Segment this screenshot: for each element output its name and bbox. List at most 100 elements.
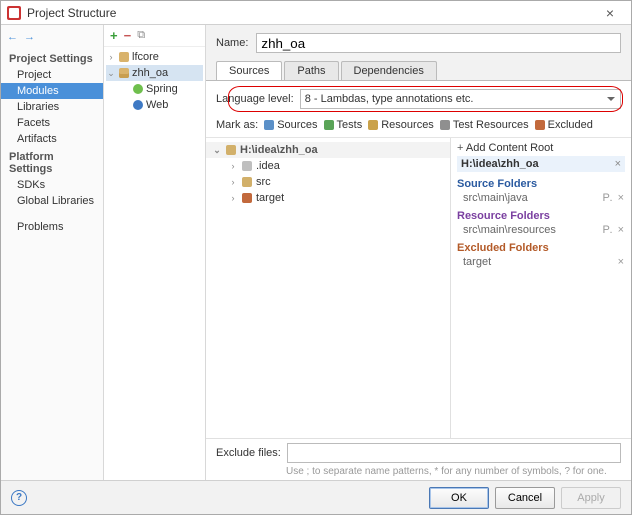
sidebar: ← → Project Settings Project Modules Lib… xyxy=(1,25,104,480)
sidebar-section-project: Project Settings xyxy=(1,49,103,67)
sources-split: ⌄ H:\idea\zhh_oa › .idea › src xyxy=(206,138,631,438)
expand-icon[interactable]: › xyxy=(228,177,238,187)
dialog-body: ← → Project Settings Project Modules Lib… xyxy=(1,25,631,480)
module-name-input[interactable] xyxy=(256,33,621,53)
sidebar-item-artifacts[interactable]: Artifacts xyxy=(1,131,103,147)
main-panel: Name: Sources Paths Dependencies Languag… xyxy=(206,25,631,480)
ok-button[interactable]: OK xyxy=(429,487,489,509)
facet-web[interactable]: Web xyxy=(106,97,203,113)
source-root[interactable]: ⌄ H:\idea\zhh_oa xyxy=(206,142,450,158)
web-icon xyxy=(133,100,143,110)
collapse-icon[interactable]: ⌄ xyxy=(106,68,116,79)
source-folder-item[interactable]: src\main\javaP. × xyxy=(457,192,625,204)
excluded-folder-item[interactable]: target× xyxy=(457,256,625,268)
folder-icon xyxy=(242,161,252,171)
remove-module-icon[interactable]: − xyxy=(124,28,132,43)
tabs: Sources Paths Dependencies xyxy=(206,61,631,80)
folder-open-icon xyxy=(119,68,129,78)
remove-root-icon[interactable]: × xyxy=(615,158,621,170)
spring-icon xyxy=(133,84,143,94)
sidebar-item-sdks[interactable]: SDKs xyxy=(1,177,103,193)
mark-as-label: Mark as: xyxy=(216,119,258,131)
folder-target[interactable]: › target xyxy=(206,190,450,206)
language-row: Language level: 8 - Lambdas, type annota… xyxy=(206,81,631,113)
apply-button[interactable]: Apply xyxy=(561,487,621,509)
exclude-hint: Use ; to separate name patterns, * for a… xyxy=(216,465,621,478)
modules-toolbar: + − ⧉ xyxy=(104,25,205,47)
module-zhh-oa[interactable]: ⌄ zhh_oa xyxy=(106,65,203,81)
module-label: lfcore xyxy=(132,51,159,63)
collapse-icon[interactable]: ⌄ xyxy=(212,145,222,156)
exclude-files: Exclude files: Use ; to separate name pa… xyxy=(206,438,631,480)
source-tree: ⌄ H:\idea\zhh_oa › .idea › src xyxy=(206,138,451,438)
nav-arrows: ← → xyxy=(1,29,103,49)
sidebar-item-libraries[interactable]: Libraries xyxy=(1,99,103,115)
titlebar: Project Structure × xyxy=(1,1,631,25)
module-label: zhh_oa xyxy=(132,67,168,79)
language-label: Language level: xyxy=(216,93,294,105)
copy-module-icon[interactable]: ⧉ xyxy=(137,29,145,42)
folder-icon xyxy=(242,177,252,187)
mark-sources[interactable]: Sources xyxy=(264,119,317,131)
mark-test-resources[interactable]: Test Resources xyxy=(440,119,529,131)
footer: ? OK Cancel Apply xyxy=(1,480,631,514)
tab-sources[interactable]: Sources xyxy=(216,61,282,80)
excluded-icon xyxy=(535,120,545,130)
item-actions[interactable]: P. × xyxy=(603,192,625,204)
folder-src[interactable]: › src xyxy=(206,174,450,190)
root-path: H:\idea\zhh_oa xyxy=(240,144,318,156)
test-resources-icon xyxy=(440,120,450,130)
mark-as-row: Mark as: Sources Tests Resources Test Re… xyxy=(206,113,631,138)
folder-idea[interactable]: › .idea xyxy=(206,158,450,174)
resources-icon xyxy=(368,120,378,130)
folder-icon xyxy=(119,52,129,62)
modules-column: + − ⧉ › lfcore ⌄ zhh_oa Spring xyxy=(104,25,206,480)
app-icon xyxy=(7,6,21,20)
sidebar-item-modules[interactable]: Modules xyxy=(1,83,103,99)
mark-excluded[interactable]: Excluded xyxy=(535,119,593,131)
nav-back-icon[interactable]: ← xyxy=(7,31,18,43)
tests-icon xyxy=(324,120,334,130)
tab-dependencies[interactable]: Dependencies xyxy=(341,61,437,80)
tab-body: Language level: 8 - Lambdas, type annota… xyxy=(206,80,631,480)
excluded-folders-head: Excluded Folders xyxy=(457,242,625,254)
mark-resources[interactable]: Resources xyxy=(368,119,434,131)
exclude-label: Exclude files: xyxy=(216,447,281,459)
source-folders-head: Source Folders xyxy=(457,178,625,190)
resource-folders-head: Resource Folders xyxy=(457,210,625,222)
add-content-root[interactable]: Add Content Root xyxy=(457,142,625,154)
sources-icon xyxy=(264,120,274,130)
facet-label: Web xyxy=(146,99,168,111)
nav-fwd-icon[interactable]: → xyxy=(24,31,35,43)
content-root-path[interactable]: H:\idea\zhh_oa × xyxy=(457,156,625,172)
window-title: Project Structure xyxy=(27,6,595,20)
expand-icon[interactable]: › xyxy=(106,52,116,62)
modules-tree: › lfcore ⌄ zhh_oa Spring Web xyxy=(104,47,205,480)
close-icon[interactable]: × xyxy=(595,5,625,21)
sidebar-item-problems[interactable]: Problems xyxy=(1,219,103,235)
add-module-icon[interactable]: + xyxy=(110,28,118,43)
sidebar-item-facets[interactable]: Facets xyxy=(1,115,103,131)
mark-tests[interactable]: Tests xyxy=(324,119,363,131)
folder-icon xyxy=(242,193,252,203)
exclude-input[interactable] xyxy=(287,443,621,463)
facet-spring[interactable]: Spring xyxy=(106,81,203,97)
help-icon[interactable]: ? xyxy=(11,490,27,506)
folder-icon xyxy=(226,145,236,155)
sidebar-item-global-libraries[interactable]: Global Libraries xyxy=(1,193,103,209)
name-row: Name: xyxy=(206,25,631,61)
content-roots-pane: Add Content Root H:\idea\zhh_oa × Source… xyxy=(451,138,631,438)
facet-label: Spring xyxy=(146,83,178,95)
cancel-button[interactable]: Cancel xyxy=(495,487,555,509)
expand-icon[interactable]: › xyxy=(228,193,238,203)
project-structure-dialog: Project Structure × ← → Project Settings… xyxy=(0,0,632,515)
item-actions[interactable]: P. × xyxy=(603,224,625,236)
language-level-select[interactable]: 8 - Lambdas, type annotations etc. xyxy=(300,89,621,109)
expand-icon[interactable]: › xyxy=(228,161,238,171)
resource-folder-item[interactable]: src\main\resourcesP. × xyxy=(457,224,625,236)
module-lfcore[interactable]: › lfcore xyxy=(106,49,203,65)
sidebar-item-project[interactable]: Project xyxy=(1,67,103,83)
sidebar-section-platform: Platform Settings xyxy=(1,147,103,177)
item-actions[interactable]: × xyxy=(618,256,625,268)
tab-paths[interactable]: Paths xyxy=(284,61,338,80)
